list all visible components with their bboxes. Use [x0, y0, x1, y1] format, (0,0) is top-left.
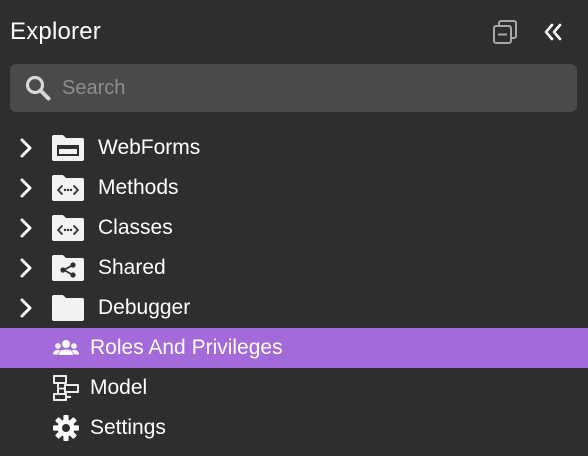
tree-item-label: Roles And Privileges	[90, 336, 283, 359]
tree-item-roles-and-privileges[interactable]: Roles And Privileges	[0, 328, 588, 368]
chevron-right-icon[interactable]	[16, 258, 36, 278]
hide-panel-button[interactable]	[538, 17, 568, 47]
tree-item-model[interactable]: Model	[0, 368, 588, 408]
tree-item-label: Methods	[98, 176, 179, 199]
explorer-header: Explorer	[0, 0, 588, 64]
folder-icon	[52, 295, 84, 321]
users-icon	[53, 340, 79, 355]
chevron-right-icon[interactable]	[16, 138, 36, 158]
collapse-all-icon	[493, 20, 517, 44]
tree-item-classes[interactable]: Classes	[0, 208, 588, 248]
tree-item-label: Settings	[90, 416, 166, 439]
panel-title: Explorer	[10, 18, 101, 45]
explorer-panel: Explorer Search WebForms Methods Classes…	[0, 0, 588, 456]
model-icon	[53, 375, 79, 401]
gear-icon	[53, 415, 79, 441]
tree-item-label: Shared	[98, 256, 166, 279]
tree-item-webforms[interactable]: WebForms	[0, 128, 588, 168]
chevron-right-icon[interactable]	[16, 178, 36, 198]
chevron-right-icon[interactable]	[16, 298, 36, 318]
tree-item-debugger[interactable]: Debugger	[0, 288, 588, 328]
double-chevron-left-icon	[544, 23, 562, 41]
search-input[interactable]	[62, 64, 562, 112]
code-folder-icon	[52, 215, 84, 241]
search-icon	[25, 75, 51, 101]
collapse-all-button[interactable]	[490, 17, 520, 47]
tree-item-shared[interactable]: Shared	[0, 248, 588, 288]
tree-item-label: Model	[90, 376, 148, 399]
tree-item-settings[interactable]: Settings	[0, 408, 588, 448]
tree-item-label: Classes	[98, 216, 173, 239]
search-box[interactable]	[10, 64, 577, 112]
share-folder-icon	[52, 255, 84, 281]
chevron-right-icon[interactable]	[16, 218, 36, 238]
code-folder-icon	[52, 175, 84, 201]
tree-item-label: WebForms	[98, 136, 201, 159]
tree-item-methods[interactable]: Methods	[0, 168, 588, 208]
explorer-tree: WebForms Methods Classes Shared Debugger…	[0, 128, 588, 448]
tree-item-label: Debugger	[98, 296, 191, 319]
webform-folder-icon	[52, 135, 84, 161]
